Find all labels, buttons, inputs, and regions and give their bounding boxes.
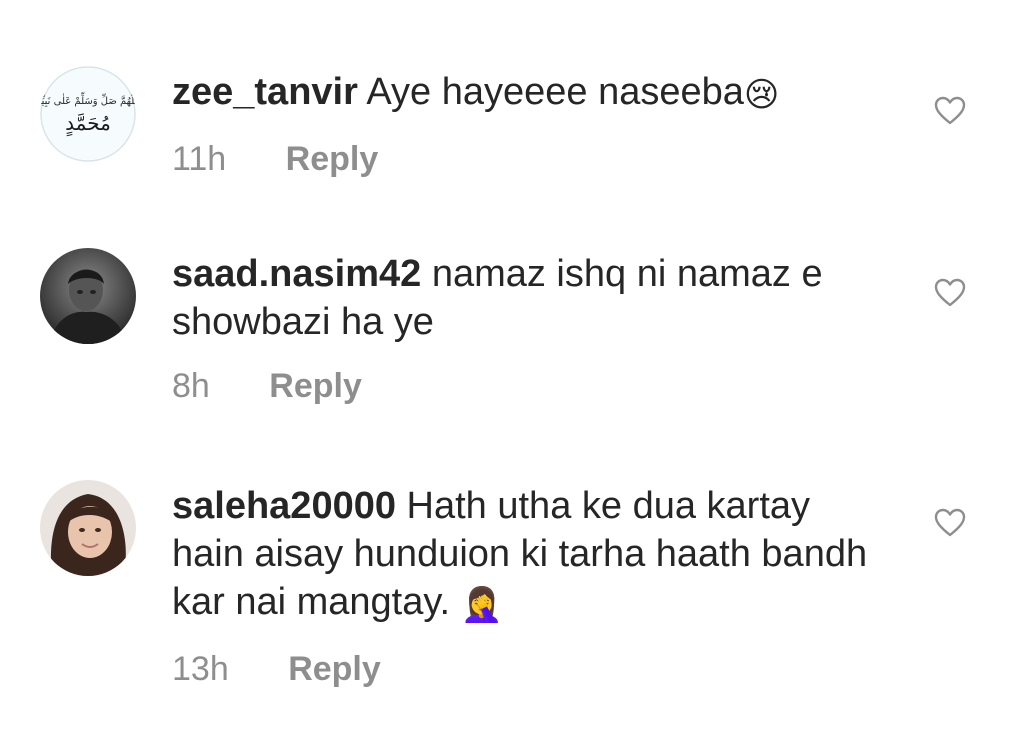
profile-photo	[40, 248, 136, 344]
profile-photo	[40, 480, 136, 576]
comment-username[interactable]: zee_tanvir	[172, 71, 358, 113]
avatar[interactable]	[40, 248, 136, 344]
like-button[interactable]	[934, 508, 966, 538]
facepalm-emoji: 🤦‍♀️	[460, 586, 503, 624]
comment-item: saleha20000 Hath utha ke dua kartay hain…	[0, 460, 1024, 735]
heart-icon	[934, 96, 966, 125]
comment-text: zee_tanvir Aye hayeeee naseeba😢	[172, 68, 892, 119]
reply-button[interactable]: Reply	[288, 649, 381, 689]
calligraphy-avatar-image: اللّٰهُمَّ صَلِّ وَسَلِّمْ عَلٰى نَبِيِّ…	[40, 66, 136, 162]
comment-text: saad.nasim42 namaz ishq ni namaz e showb…	[172, 250, 892, 346]
heart-icon	[934, 278, 966, 307]
comment-body: Aye hayeeee naseeba	[357, 71, 744, 113]
crying-face-emoji: 😢	[743, 76, 780, 114]
comment-meta: 11h Reply	[172, 139, 892, 179]
comment-meta: 8h Reply	[172, 366, 892, 406]
reply-button[interactable]: Reply	[286, 139, 379, 179]
comment-username[interactable]: saleha20000	[172, 485, 396, 527]
comment-timestamp: 8h	[172, 367, 210, 405]
comment-meta: 13h Reply	[172, 649, 892, 689]
comment-item: saad.nasim42 namaz ishq ni namaz e showb…	[0, 200, 1024, 460]
heart-icon	[934, 508, 966, 537]
comment-timestamp: 11h	[172, 140, 227, 178]
like-button[interactable]	[934, 96, 966, 126]
avatar[interactable]: اللّٰهُمَّ صَلِّ وَسَلِّمْ عَلٰى نَبِيِّ…	[40, 66, 136, 162]
avatar-caption-line-2: مُحَمَّدٍ	[65, 111, 111, 136]
reply-button[interactable]: Reply	[269, 366, 362, 406]
comment-timestamp: 13h	[172, 650, 229, 688]
comment-text: saleha20000 Hath utha ke dua kartay hain…	[172, 482, 892, 629]
avatar[interactable]	[40, 480, 136, 576]
like-button[interactable]	[934, 278, 966, 308]
comment-item: اللّٰهُمَّ صَلِّ وَسَلِّمْ عَلٰى نَبِيِّ…	[0, 0, 1024, 200]
comment-username[interactable]: saad.nasim42	[172, 253, 421, 295]
